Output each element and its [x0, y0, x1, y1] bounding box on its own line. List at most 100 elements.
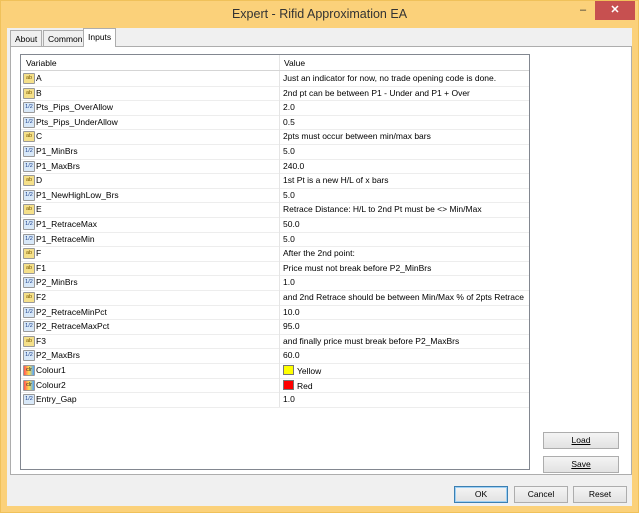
variable-name: P1_RetraceMin	[36, 233, 95, 244]
close-icon[interactable]: ✕	[595, 1, 635, 20]
load-button[interactable]: Load	[543, 432, 619, 449]
variable-value[interactable]: Retrace Distance: H/L to 2nd Pt must be …	[283, 204, 482, 214]
cell-divider	[279, 348, 280, 364]
variable-value-text: Retrace Distance: H/L to 2nd Pt must be …	[283, 204, 482, 215]
cell-divider	[279, 71, 280, 86]
variable-name: B	[36, 87, 42, 98]
tab-common[interactable]: Common	[43, 30, 88, 47]
table-row[interactable]: 1/2 Pts_Pips_UnderAllow 0.5	[21, 114, 529, 131]
variable-value[interactable]: 1st Pt is a new H/L of x bars	[283, 175, 389, 185]
table-row[interactable]: 1/2 P1_MinBrs 5.0	[21, 144, 529, 160]
table-row[interactable]: 1/2 P2_RetraceMinPct 10.0	[21, 304, 529, 321]
table-row[interactable]: ab F1 Price must not break before P2_MinBr…	[21, 260, 529, 277]
grid-header: Variable Value	[21, 55, 529, 71]
variable-value[interactable]: 1.0	[283, 277, 295, 287]
variable-name: A	[36, 73, 42, 83]
variable-value[interactable]: 60.0	[283, 350, 300, 360]
cell-divider	[279, 202, 280, 218]
variable-value-text: 1st Pt is a new H/L of x bars	[283, 175, 389, 186]
variable-value[interactable]: 2.0	[283, 102, 295, 112]
variable-name: F2	[36, 292, 46, 302]
table-row[interactable]: 1/2 P2_MinBrs 1.0	[21, 275, 529, 291]
variable-name: P1_RetraceMax	[36, 219, 97, 229]
tab-inputs[interactable]: Inputs	[83, 28, 117, 47]
table-row[interactable]: ab B 2nd pt can be between P1 - Under and …	[21, 85, 529, 102]
cell-divider	[279, 304, 280, 320]
number-type-icon: 1/2	[23, 277, 35, 289]
variable-value-text: 95.0	[283, 321, 300, 332]
variable-value-text: 2pts must occur between min/max bars	[283, 131, 431, 142]
table-row[interactable]: ab F3 and finally price must break before …	[21, 333, 529, 350]
variable-value-text: 60.0	[283, 350, 300, 361]
variable-value[interactable]: 2pts must occur between min/max bars	[283, 131, 431, 141]
variable-value-text: Price must not break before P2_MinBrs	[283, 262, 432, 273]
tab-about[interactable]: About	[10, 30, 43, 47]
variable-name: P1_MinBrs	[36, 146, 78, 156]
variable-value[interactable]: 5.0	[283, 234, 295, 244]
number-type-icon: 1/2	[23, 394, 35, 406]
variable-value[interactable]: 1.0	[283, 394, 295, 404]
variable-value[interactable]: Red	[283, 379, 313, 391]
table-row[interactable]: 1/2 P1_RetraceMin 5.0	[21, 231, 529, 248]
variable-value[interactable]: 10.0	[283, 307, 300, 317]
table-row[interactable]: 1/2 Entry_Gap 1.0	[21, 392, 529, 408]
reset-button[interactable]: Reset	[573, 486, 627, 503]
minimize-icon[interactable]: –	[572, 1, 594, 20]
table-row[interactable]: clr Colour1 Yellow	[21, 363, 529, 379]
variable-value-text: Red	[297, 380, 313, 391]
string-type-icon: ab	[23, 248, 35, 260]
cell-divider	[279, 85, 280, 101]
variable-name: P2_MaxBrs	[36, 350, 80, 361]
number-type-icon: 1/2	[23, 233, 35, 245]
variable-value[interactable]: 5.0	[283, 146, 295, 156]
table-row[interactable]: 1/2 P1_MaxBrs 240.0	[21, 158, 529, 175]
variable-name: E	[36, 204, 42, 215]
variable-value-text: 5.0	[283, 146, 295, 156]
column-header-variable[interactable]: Variable	[26, 58, 57, 68]
ok-button[interactable]: OK	[454, 486, 508, 503]
variable-value[interactable]: and finally price must break before P2_M…	[283, 336, 459, 346]
variable-name: Pts_Pips_OverAllow	[36, 102, 114, 113]
variable-name: D	[36, 175, 43, 186]
cell-divider	[279, 319, 280, 335]
title-bar[interactable]: Expert - Rifid Approximation EA – ✕	[1, 1, 638, 28]
table-row[interactable]: ab E Retrace Distance: H/L to 2nd Pt must …	[21, 202, 529, 218]
variable-value[interactable]: and 2nd Retrace should be between Min/Ma…	[283, 292, 524, 302]
save-button[interactable]: Save	[543, 456, 619, 473]
table-row[interactable]: 1/2 P1_RetraceMax 50.0	[21, 217, 529, 233]
table-row[interactable]: ab F2 and 2nd Retrace should be between Mi…	[21, 290, 529, 306]
variable-value-text: and 2nd Retrace should be between Min/Ma…	[283, 292, 524, 302]
variable-name: Entry_Gap	[36, 394, 77, 405]
table-row[interactable]: 1/2 P2_RetraceMaxPct 95.0	[21, 319, 529, 335]
variable-name: P2_RetraceMinPct	[36, 306, 107, 317]
table-row[interactable]: ab A Just an indicator for now, no trade o…	[21, 71, 529, 87]
table-row[interactable]: 1/2 Pts_Pips_OverAllow 2.0	[21, 100, 529, 116]
cancel-button[interactable]: Cancel	[514, 486, 568, 503]
variable-value[interactable]: 240.0	[283, 161, 304, 171]
variable-value[interactable]: 95.0	[283, 321, 300, 331]
column-header-value[interactable]: Value	[284, 58, 305, 68]
cell-divider	[279, 129, 280, 145]
table-row[interactable]: 1/2 P2_MaxBrs 60.0	[21, 348, 529, 364]
variable-value[interactable]: 2nd pt can be between P1 - Under and P1 …	[283, 88, 470, 98]
table-row[interactable]: clr Colour2 Red	[21, 377, 529, 394]
cell-divider	[279, 363, 280, 378]
color-swatch	[283, 365, 294, 375]
table-row[interactable]: ab D 1st Pt is a new H/L of x bars	[21, 173, 529, 189]
variable-name: P2_RetraceMaxPct	[36, 321, 110, 332]
table-row[interactable]: 1/2 P1_NewHighLow_Brs 5.0	[21, 187, 529, 204]
string-type-icon: ab	[23, 87, 35, 99]
variable-value[interactable]: 5.0	[283, 190, 295, 200]
variable-value-text: 5.0	[283, 233, 295, 244]
table-row[interactable]: ab C 2pts must occur between min/max bars	[21, 129, 529, 145]
variable-value[interactable]: After the 2nd point:	[283, 248, 355, 258]
variable-value[interactable]: Price must not break before P2_MinBrs	[283, 263, 431, 273]
variable-value[interactable]: 50.0	[283, 219, 300, 229]
column-divider[interactable]	[279, 55, 280, 70]
table-row[interactable]: ab F After the 2nd point:	[21, 246, 529, 262]
variable-value[interactable]: 0.5	[283, 117, 295, 127]
variable-name: P2_MinBrs	[36, 277, 78, 288]
variable-value-text: After the 2nd point:	[283, 248, 355, 259]
variable-value[interactable]: Just an indicator for now, no trade open…	[283, 73, 496, 83]
variable-value[interactable]: Yellow	[283, 365, 321, 376]
